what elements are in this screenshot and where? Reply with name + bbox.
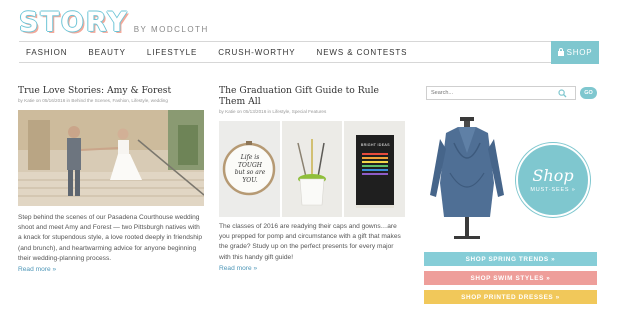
wedding-photo-illustration [18,110,204,206]
gift-guide-photo[interactable]: Life is TOUGH but so are YOU. BRIGHT IDE… [219,121,406,217]
book-illustration [344,121,406,217]
read-more-link[interactable]: Read more » [219,265,405,272]
article-amy-forest: True Love Stories: Amy & Forest by Katie… [18,85,204,103]
shop-must-sees-badge[interactable]: Shop MUST-SEES » [516,143,590,217]
lock-icon [557,48,564,56]
logo[interactable]: STORY BY MODCLOTH [19,6,209,38]
nav-item-crush-worthy[interactable]: CRUSH-WORTHY [218,48,295,57]
nav-item-lifestyle[interactable]: LIFESTYLE [147,48,197,57]
nav-item-beauty[interactable]: BEAUTY [88,48,125,57]
shop-spring-trends-button[interactable]: SHOP SPRING TRENDS » [424,252,597,266]
pen-cup-illustration [281,121,343,217]
badge-shop-text: Shop [532,165,574,185]
shop-button-label: SHOP [566,48,593,57]
badge-must-sees-text: MUST-SEES » [530,186,576,193]
search-icon[interactable] [558,89,567,98]
article-meta: by Katie on 05/16/2016 in Behind the Sce… [18,98,168,103]
book-tile: BRIGHT IDEAS [344,121,406,217]
read-more-link[interactable]: Read more » [18,266,204,273]
shop-button[interactable]: SHOP [551,41,599,64]
article-excerpt: Step behind the scenes of our Pasadena C… [18,214,203,262]
shop-printed-dresses-button[interactable]: SHOP PRINTED DRESSES » [424,290,597,304]
shop-swim-styles-button[interactable]: SHOP SWIM STYLES » [424,271,597,285]
hoop-text: Life is TOUGH but so are YOU. [234,154,266,184]
logo-story: STORY [19,7,129,38]
article-title[interactable]: True Love Stories: Amy & Forest [18,85,204,96]
logo-by-modcloth: BY MODCLOTH [133,25,209,34]
nav-item-fashion[interactable]: FASHION [26,48,67,57]
article-title[interactable]: The Graduation Gift Guide to Rule Them A… [219,85,405,107]
embroidery-hoop-tile: Life is TOUGH but so are YOU. [219,121,280,217]
search-input[interactable] [427,90,555,96]
article-graduation-gift-guide: The Graduation Gift Guide to Rule Them A… [219,85,405,114]
article-meta: by Katie on 05/13/2016 in Lifestyle, Spe… [219,109,327,114]
book-title-text: BRIGHT IDEAS [360,143,390,147]
pen-cup-tile [281,121,343,217]
wedding-photo[interactable] [18,110,204,206]
go-button[interactable]: GO [580,87,597,99]
article-excerpt: The classes of 2016 are readying their c… [219,223,401,261]
article-amy-forest-body: Step behind the scenes of our Pasadena C… [18,213,204,273]
search-box [426,86,576,100]
article-graduation-body: The classes of 2016 are readying their c… [219,222,405,272]
nav-item-news-contests[interactable]: NEWS & CONTESTS [317,48,408,57]
main-nav: FASHION BEAUTY LIFESTYLE CRUSH-WORTHY NE… [19,41,599,64]
